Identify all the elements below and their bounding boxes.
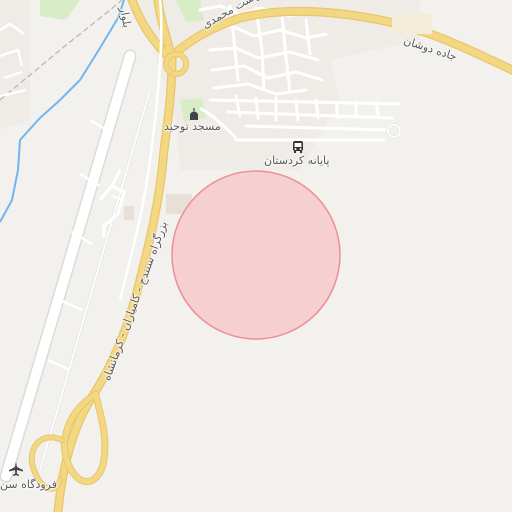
mosque-icon[interactable] [187,107,201,121]
highlight-circle [171,170,341,340]
map-base [0,0,512,512]
airport-label[interactable]: فرودگاه سن [0,478,57,491]
airplane-icon[interactable] [9,462,23,476]
bus-icon[interactable] [292,140,304,154]
map-view[interactable]: بلوار بلوار بهشت محمدی جاده دوشان مسجد ت… [0,0,512,512]
terminal-label[interactable]: پایانه کردستان [264,154,329,167]
mosque-label[interactable]: مسجد توحید [164,120,221,133]
